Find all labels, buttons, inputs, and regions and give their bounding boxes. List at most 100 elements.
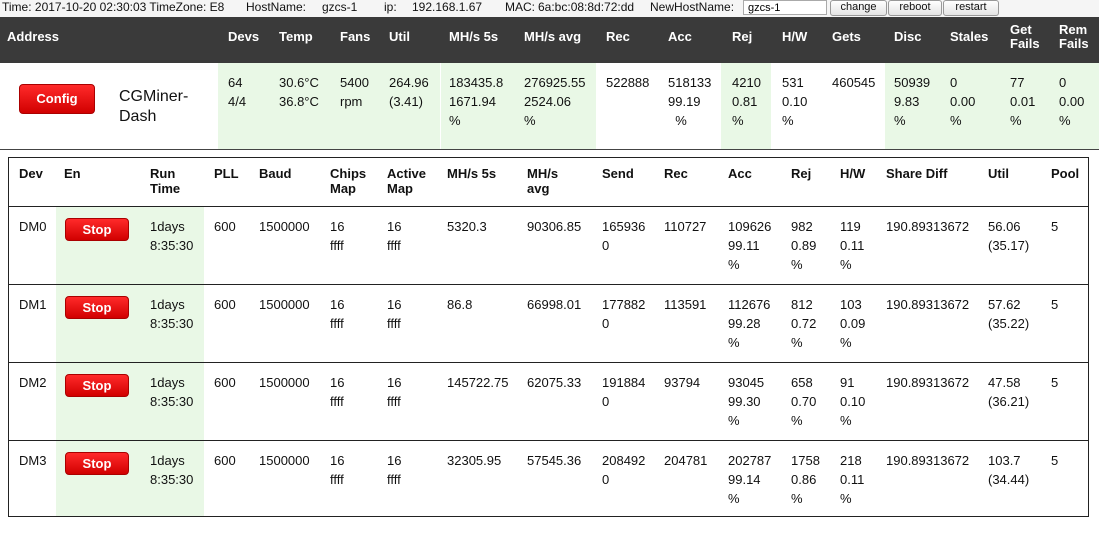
row-mhsavg: 62075.33 — [527, 375, 582, 390]
row-pool: 5 — [1051, 375, 1059, 390]
col-share-diff: Share Diff — [886, 166, 948, 181]
summary-rej: 4210 0.81% — [732, 75, 761, 128]
row-active-map: 16 ffff — [387, 375, 402, 409]
row-share-diff: 190.89313672 — [886, 453, 970, 468]
summary-mhs5s: 183435.8 1671.94% — [449, 75, 504, 128]
row-rec: 110727 — [664, 219, 707, 234]
row-rec: 204781 — [664, 453, 708, 468]
hostname-value: gzcs-1 — [322, 0, 358, 14]
summary-header: Address Devs Temp Fans Util MH/s 5s MH/s… — [0, 17, 1099, 63]
row-share-diff: 190.89313672 — [886, 297, 970, 312]
row-util: 57.62 (35.22) — [988, 297, 1030, 331]
row-dev: DM0 — [19, 219, 47, 234]
row-chips-map: 16 ffff — [330, 453, 345, 487]
row-send: 191884 0 — [602, 375, 646, 409]
ip-value: 192.168.1.67 — [412, 0, 483, 14]
newhostname-input[interactable] — [743, 0, 827, 15]
summary-fans: 5400 rpm — [340, 75, 369, 109]
hostname-label: HostName: — [246, 0, 307, 14]
divider — [9, 440, 1088, 441]
row-mhsavg: 66998.01 — [527, 297, 582, 312]
col-runtime: Run Time — [150, 166, 181, 196]
row-hw: 218 0.11% — [840, 453, 865, 506]
row-acc: 109626 99.11% — [728, 219, 772, 272]
header-rej: Rej — [732, 29, 753, 44]
divider — [9, 284, 1088, 285]
row-pll: 600 — [214, 453, 236, 468]
col-baud: Baud — [259, 166, 292, 181]
col-acc: Acc — [728, 166, 752, 181]
header-hw: H/W — [782, 29, 808, 44]
restart-button[interactable]: restart — [943, 0, 999, 16]
row-acc: 112676 99.28% — [728, 297, 771, 350]
col-pll: PLL — [214, 166, 239, 181]
row-runtime: 1days 8:35:30 — [150, 453, 194, 487]
row-baud: 1500000 — [259, 375, 310, 390]
row-util: 56.06 (35.17) — [988, 219, 1030, 253]
col-mhsavg: MH/s avg — [527, 166, 559, 196]
row-pool: 5 — [1051, 453, 1059, 468]
row-pll: 600 — [214, 297, 236, 312]
row-rej: 1758 0.86% — [791, 453, 820, 506]
row-baud: 1500000 — [259, 297, 310, 312]
row-share-diff: 190.89313672 — [886, 375, 970, 390]
row-pool: 5 — [1051, 297, 1059, 312]
summary-disc: 50939 9.83% — [894, 75, 931, 128]
header-devs: Devs — [228, 29, 260, 44]
summary-rec: 522888 — [606, 75, 650, 90]
row-mhsavg: 57545.36 — [527, 453, 582, 468]
row-dev: DM2 — [19, 375, 47, 390]
row-chips-map: 16 ffff — [330, 219, 345, 253]
row-mhs5s: 86.8 — [447, 297, 473, 312]
row-rec: 113591 — [664, 297, 707, 312]
col-active-map: Active Map — [387, 166, 427, 196]
divider — [9, 362, 1088, 363]
col-hw: H/W — [840, 166, 866, 181]
header-disc: Disc — [894, 29, 922, 44]
row-send: 177882 0 — [602, 297, 646, 331]
col-rej: Rej — [791, 166, 812, 181]
row-rej: 812 0.72% — [791, 297, 817, 350]
status-bar: Time: 2017-10-20 02:30:03 TimeZone: E8 H… — [0, 0, 1099, 17]
summary-getfails: 77 0.01% — [1010, 75, 1036, 128]
row-baud: 1500000 — [259, 219, 310, 234]
row-runtime: 1days 8:35:30 — [150, 219, 194, 253]
header-acc: Acc — [668, 29, 692, 44]
row-util: 47.58 (36.21) — [988, 375, 1030, 409]
row-pll: 600 — [214, 219, 236, 234]
row-mhs5s: 32305.95 — [447, 453, 502, 468]
row-share-diff: 190.89313672 — [886, 219, 970, 234]
row-hw: 103 0.09% — [840, 297, 866, 350]
summary-acc: 518133 99.19 % — [668, 75, 712, 128]
config-button[interactable]: Config — [19, 84, 95, 114]
summary-stales: 0 0.00% — [950, 75, 976, 128]
header-getfails: Get Fails — [1010, 22, 1040, 51]
stop-button[interactable]: Stop — [65, 374, 129, 397]
mac-label: MAC: — [505, 0, 535, 14]
summary-hw: 531 0.10% — [782, 75, 808, 128]
stop-button[interactable]: Stop — [65, 296, 129, 319]
header-temp: Temp — [279, 29, 313, 44]
summary-temp: 30.6°C 36.8°C — [279, 75, 319, 109]
row-chips-map: 16 ffff — [330, 375, 345, 409]
row-acc: 93045 99.30% — [728, 375, 765, 428]
stop-button[interactable]: Stop — [65, 452, 129, 475]
device-table: Dev En Run Time PLL Baud Chips Map Active M… — [8, 157, 1089, 517]
reboot-button[interactable]: reboot — [888, 0, 942, 16]
row-runtime: 1days 8:35:30 — [150, 297, 194, 331]
summary-devs: 64 4/4 — [228, 75, 247, 109]
row-active-map: 16 ffff — [387, 219, 402, 253]
header-remfails: Rem Fails — [1059, 22, 1089, 51]
stop-button[interactable]: Stop — [65, 218, 129, 241]
row-runtime: 1days 8:35:30 — [150, 375, 194, 409]
row-pool: 5 — [1051, 219, 1059, 234]
row-hw: 91 0.10% — [840, 375, 866, 428]
col-rec: Rec — [664, 166, 688, 181]
divider — [9, 206, 1088, 207]
col-mhs5s: MH/s 5s — [447, 166, 497, 181]
change-button[interactable]: change — [830, 0, 887, 16]
header-gets: Gets — [832, 29, 861, 44]
row-rej: 982 0.89% — [791, 219, 817, 272]
col-pool: Pool — [1051, 166, 1080, 181]
newhostname-label: NewHostName: — [650, 0, 735, 14]
